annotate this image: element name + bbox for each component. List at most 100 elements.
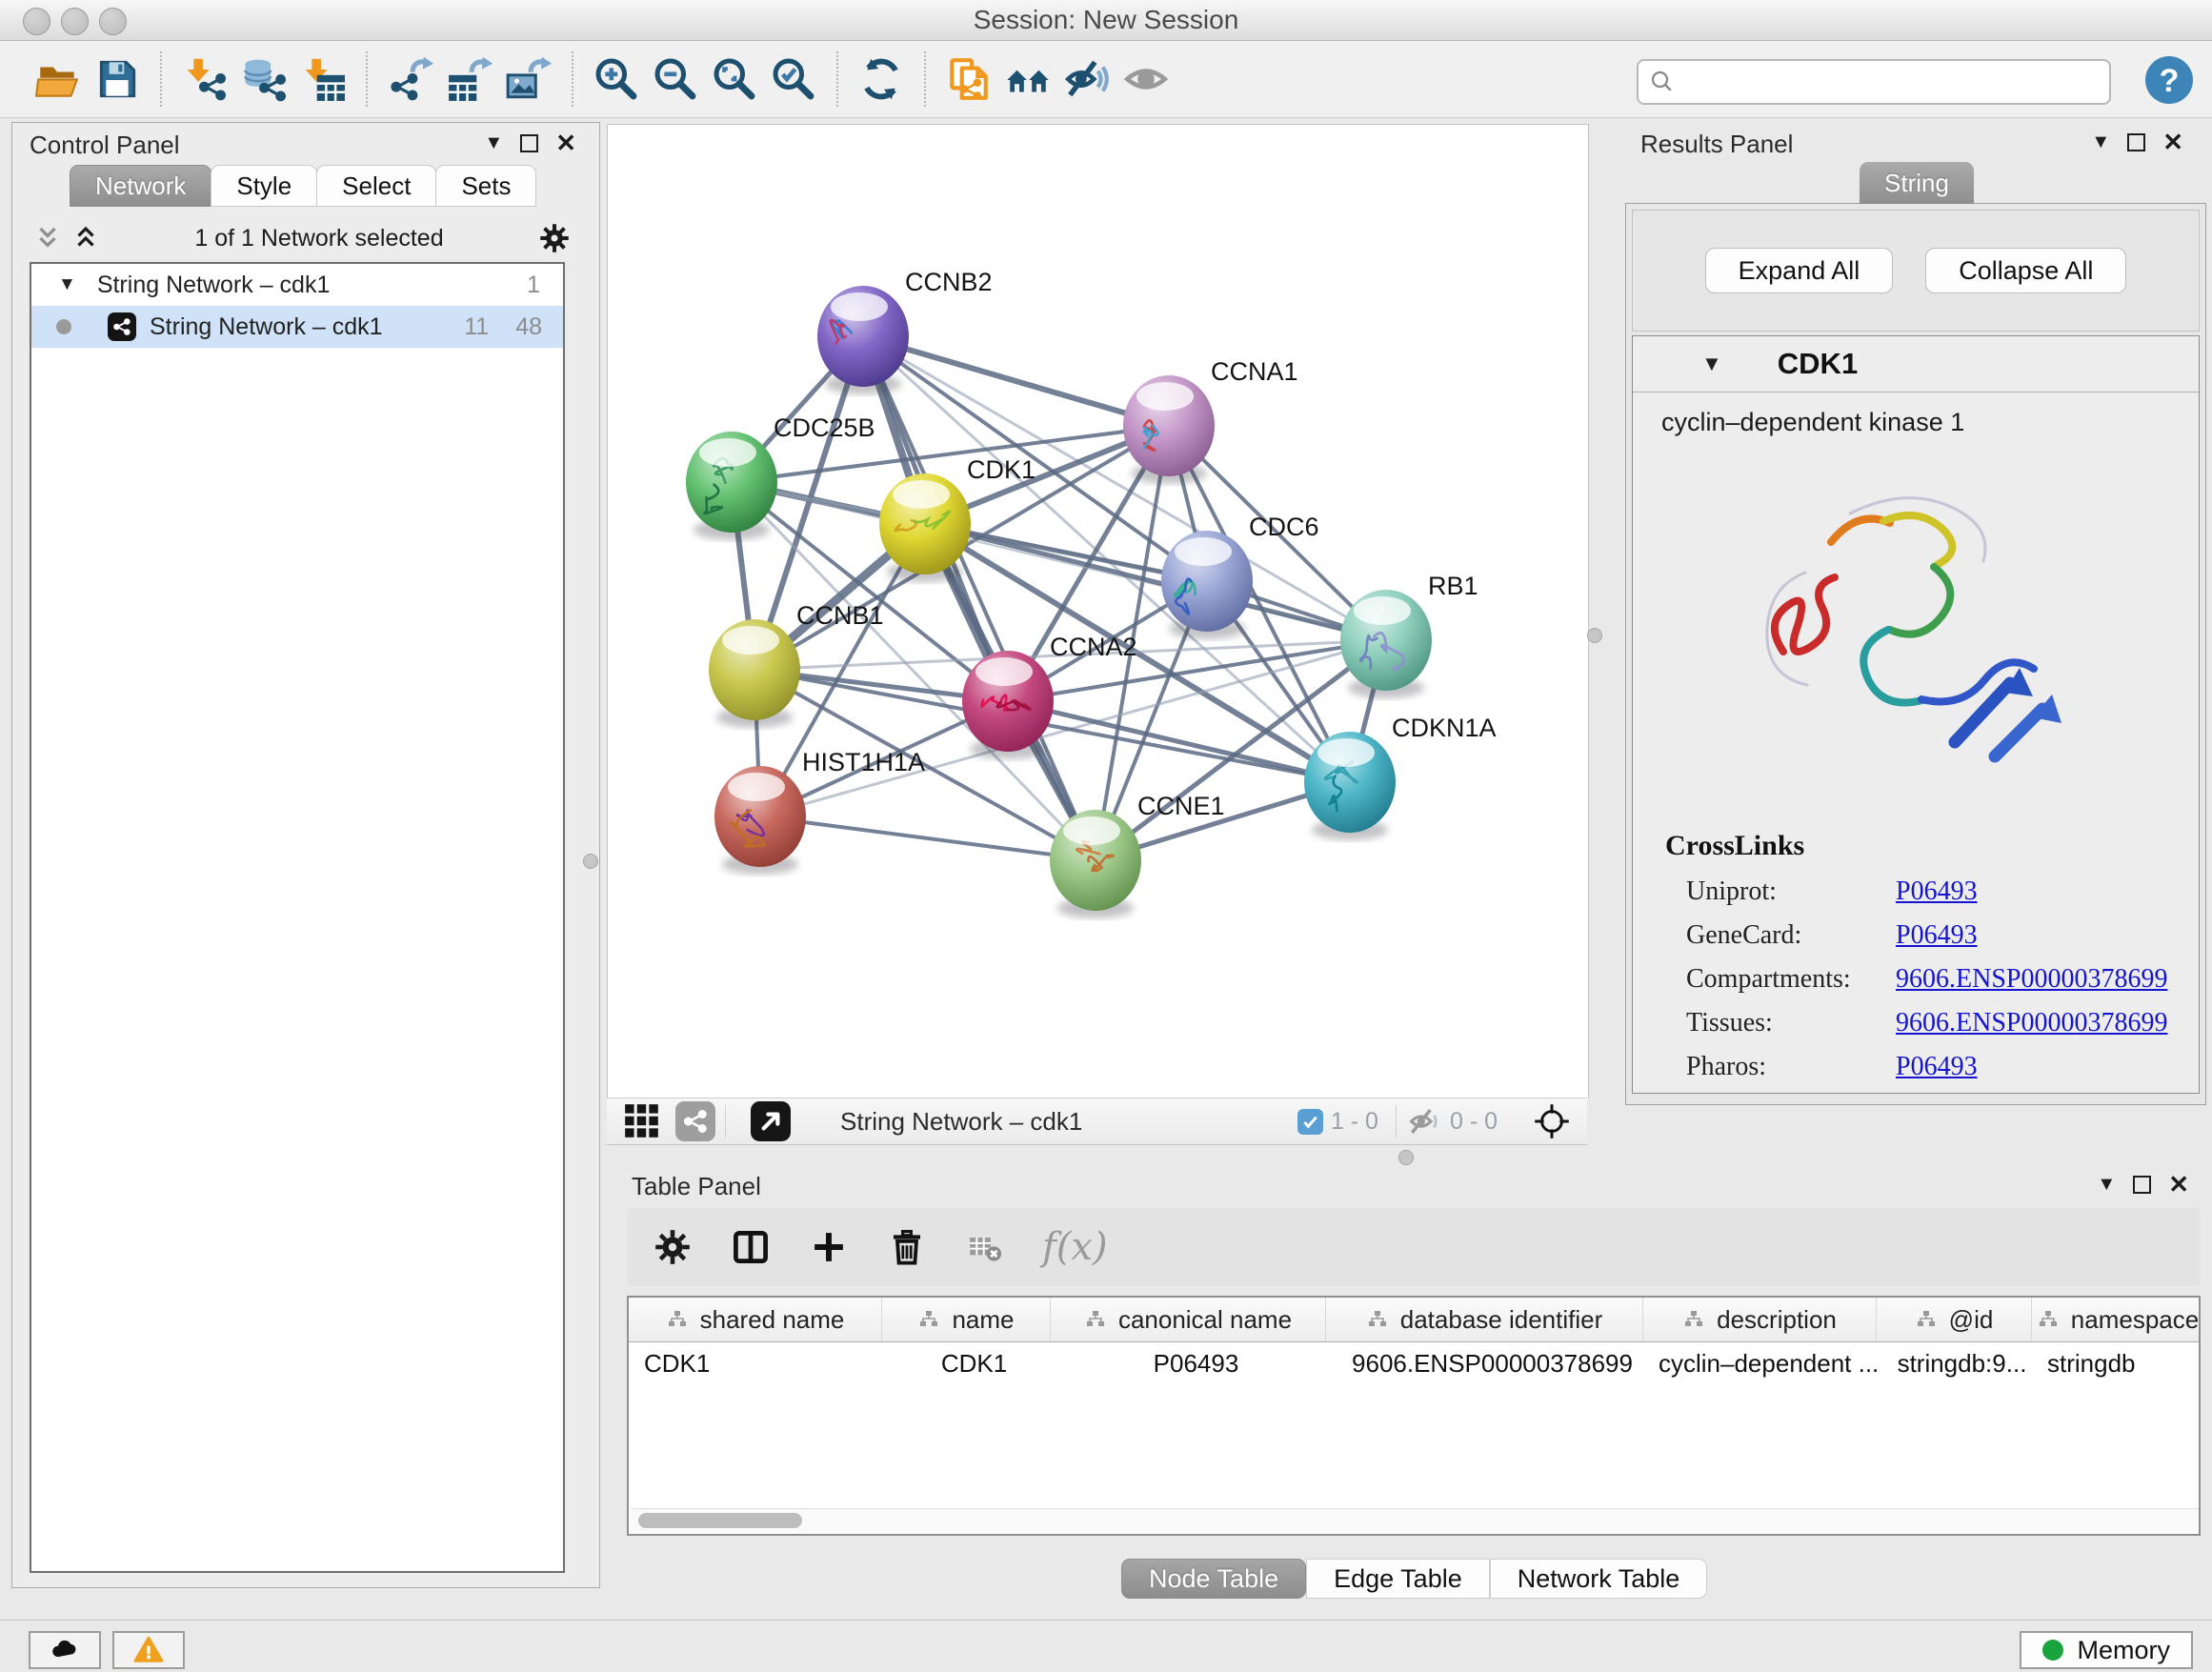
grid-view-icon[interactable] [622, 1101, 662, 1141]
table-panel-menu-icon[interactable]: ▼ [2097, 1174, 2116, 1196]
tab-network[interactable]: Network [70, 165, 211, 207]
results-panel-close-icon[interactable]: ✕ [2162, 135, 2183, 150]
function-builder-button[interactable]: f(x) [1042, 1225, 1108, 1269]
table-horizontal-scrollbar[interactable] [631, 1508, 2201, 1532]
scrollbar-thumb[interactable] [638, 1513, 802, 1528]
export-image-button[interactable] [499, 50, 558, 109]
crosslink-link[interactable]: P06493 [1896, 1052, 1978, 1081]
selected-nodes-checkbox-icon[interactable] [1297, 1109, 1323, 1135]
table-cell[interactable]: CDK1 [882, 1342, 1051, 1384]
search-field[interactable] [1637, 59, 2111, 105]
control-panel-close-icon[interactable]: ✕ [555, 136, 576, 151]
column-header-canonical-name[interactable]: canonical name [1051, 1298, 1326, 1341]
help-button[interactable]: ? [2145, 56, 2193, 104]
column-header-name[interactable]: name [882, 1298, 1051, 1341]
table-cell[interactable]: P06493 [1051, 1342, 1326, 1384]
memory-button[interactable]: Memory [2020, 1631, 2193, 1669]
node-CCNE1[interactable] [1050, 810, 1141, 918]
node-CCNB2[interactable] [817, 286, 909, 394]
table-cell[interactable]: cyclin–dependent ... [1643, 1342, 1877, 1384]
node-CDKN1A[interactable] [1304, 732, 1396, 840]
node-CDC25B[interactable] [686, 432, 777, 540]
show-graphics-details-button[interactable] [1116, 50, 1176, 109]
copy-network-button[interactable] [939, 50, 998, 109]
import-network-database-button[interactable] [234, 50, 293, 109]
column-header--id[interactable]: @id [1877, 1298, 2032, 1341]
search-input[interactable] [1677, 64, 2109, 100]
network-row[interactable]: String Network – cdk1 11 48 [31, 306, 563, 348]
table-cell[interactable]: 9606.ENSP00000378699 [1326, 1342, 1643, 1384]
node-CDK1[interactable] [879, 473, 971, 582]
show-columns-button[interactable] [730, 1226, 772, 1268]
collection-expander-icon[interactable]: ▼ [58, 274, 76, 295]
import-network-button[interactable] [175, 50, 234, 109]
collapse-all-button[interactable]: Collapse All [1925, 248, 2126, 293]
crosslink-link[interactable]: P06493 [1896, 876, 1978, 906]
column-header-shared-name[interactable]: shared name [629, 1298, 882, 1341]
birds-eye-view-icon[interactable] [1530, 1099, 1574, 1143]
edge-CDK1-RB1[interactable] [925, 524, 1386, 640]
column-header-description[interactable]: description [1643, 1298, 1877, 1341]
hide-graphics-details-button[interactable] [1057, 50, 1116, 109]
edge-CCNB2-CCNA1[interactable] [863, 336, 1169, 426]
network-options-gear-icon[interactable] [538, 222, 571, 254]
results-panel-menu-icon[interactable]: ▼ [2091, 131, 2110, 153]
delete-table-button[interactable] [964, 1226, 1006, 1268]
expand-all-networks-icon[interactable] [33, 224, 62, 252]
tab-node-table[interactable]: Node Table [1121, 1559, 1306, 1599]
collapse-all-networks-icon[interactable] [71, 224, 100, 252]
export-network-button[interactable] [381, 50, 440, 109]
left-splitter-handle[interactable] [583, 854, 598, 869]
zoom-fit-button[interactable] [705, 50, 764, 109]
node-CCNB1[interactable] [709, 619, 800, 728]
horizontal-splitter-handle[interactable] [1398, 1150, 1414, 1165]
column-header-namespace[interactable]: namespace [2032, 1298, 2201, 1341]
edge-CCNB2-CCNE1[interactable] [863, 336, 1096, 860]
open-session-button[interactable] [29, 50, 88, 109]
tab-sets[interactable]: Sets [435, 165, 536, 207]
cloud-status-button[interactable] [29, 1631, 101, 1669]
table-cell[interactable]: CDK1 [629, 1342, 882, 1384]
expand-all-button[interactable]: Expand All [1705, 248, 1894, 293]
tab-select[interactable]: Select [316, 165, 436, 207]
control-panel-float-icon[interactable] [520, 134, 538, 152]
zoom-out-button[interactable] [646, 50, 705, 109]
tab-style[interactable]: Style [211, 165, 317, 207]
crosslink-link[interactable]: 9606.ENSP00000378699 [1896, 964, 2167, 994]
table-cell[interactable]: stringdb [2032, 1342, 2201, 1384]
control-panel-menu-icon[interactable]: ▼ [484, 132, 503, 154]
warnings-button[interactable] [112, 1631, 185, 1669]
zoom-selected-button[interactable] [764, 50, 823, 109]
zoom-in-button[interactable] [587, 50, 646, 109]
delete-column-button[interactable] [886, 1226, 928, 1268]
table-panel-float-icon[interactable] [2133, 1176, 2151, 1194]
string-home-button[interactable] [998, 50, 1057, 109]
save-session-button[interactable] [88, 50, 147, 109]
network-collection-row[interactable]: ▼ String Network – cdk1 1 [31, 264, 563, 306]
crosslink-link[interactable]: 9606.ENSP00000378699 [1896, 1008, 2167, 1037]
detach-view-icon[interactable] [751, 1101, 791, 1141]
network-share-view-icon[interactable] [675, 1101, 715, 1141]
node-HIST1H1A[interactable] [714, 766, 806, 875]
node-CCNA2[interactable] [962, 651, 1054, 759]
table-panel-close-icon[interactable]: ✕ [2168, 1178, 2189, 1192]
export-table-button[interactable] [440, 50, 499, 109]
create-column-button[interactable] [808, 1226, 850, 1268]
table-row[interactable]: CDK1CDK1P064939606.ENSP00000378699cyclin… [629, 1342, 2199, 1384]
right-splitter-handle[interactable] [1587, 628, 1602, 643]
column-header-database-identifier[interactable]: database identifier [1326, 1298, 1643, 1341]
refresh-view-button[interactable] [852, 50, 911, 109]
tab-network-table[interactable]: Network Table [1490, 1559, 1708, 1599]
table-cell[interactable]: stringdb:9... [1877, 1342, 2032, 1384]
tab-string[interactable]: String [1860, 162, 1974, 204]
import-table-button[interactable] [293, 50, 352, 109]
results-panel-float-icon[interactable] [2127, 133, 2145, 151]
tab-edge-table[interactable]: Edge Table [1306, 1559, 1490, 1599]
node-details-header[interactable]: ▼ CDK1 [1633, 336, 2199, 393]
table-options-gear-button[interactable] [652, 1226, 694, 1268]
node-RB1[interactable] [1340, 590, 1432, 698]
network-canvas[interactable]: CCNB2CCNA1CDC25BCDK1CDC6RB1CCNB1CCNA2CDK… [607, 124, 1589, 1098]
node-CCNA1[interactable] [1123, 375, 1215, 484]
edge-HIST1H1A-CCNE1[interactable] [760, 816, 1096, 860]
node-expander-icon[interactable]: ▼ [1701, 352, 1722, 376]
